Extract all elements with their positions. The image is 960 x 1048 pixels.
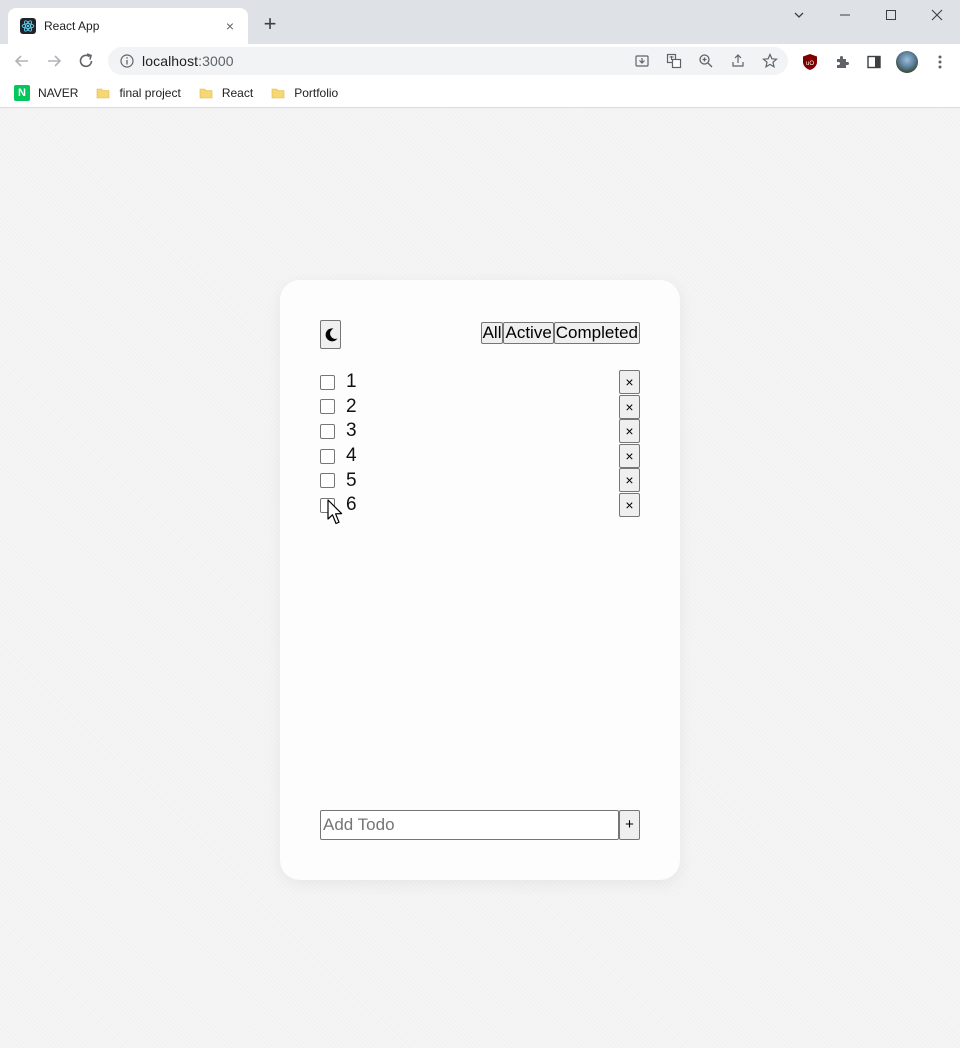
profile-avatar[interactable] xyxy=(896,51,918,73)
extensions-area: uO xyxy=(800,51,950,73)
todo-list: 1 × 2 × 3 × 4 × 5 × 6 × xyxy=(320,370,640,518)
folder-icon xyxy=(199,88,213,98)
react-icon xyxy=(20,18,36,34)
todo-text: 6 xyxy=(346,494,357,516)
moon-icon xyxy=(325,327,337,341)
address-bar-actions xyxy=(632,51,780,71)
todo-checkbox[interactable] xyxy=(320,473,335,489)
bookmark-label: React xyxy=(221,85,254,100)
todo-item: 4 × xyxy=(320,443,640,469)
todo-text: 1 xyxy=(346,371,357,393)
todo-card: All Active Completed 1 × 2 × 3 × 4 × 5 ×… xyxy=(280,280,680,880)
tab-strip: React App × + xyxy=(0,0,960,44)
bookmark-label: final project xyxy=(119,85,181,100)
bookmark-portfolio[interactable]: Portfolio xyxy=(271,86,338,100)
new-tab-button[interactable]: + xyxy=(259,13,281,36)
tab-title: React App xyxy=(44,19,100,33)
folder-icon xyxy=(271,88,285,98)
todo-checkbox[interactable] xyxy=(320,374,335,390)
bookmark-star-icon[interactable] xyxy=(760,51,780,71)
url-host: localhost xyxy=(142,53,199,69)
puzzle-icon[interactable] xyxy=(832,52,852,72)
bookmark-react[interactable]: React xyxy=(199,86,253,100)
todo-item: 1 × xyxy=(320,370,640,395)
tab-search-button[interactable] xyxy=(776,0,822,30)
add-todo-button[interactable]: + xyxy=(619,810,640,840)
reload-button[interactable] xyxy=(74,49,98,73)
bookmark-naver[interactable]: N NAVER xyxy=(14,84,79,101)
delete-todo-button[interactable]: × xyxy=(619,443,640,468)
browser-toolbar: localhost:3000 uO xyxy=(0,44,960,78)
delete-todo-button[interactable]: × xyxy=(619,468,640,493)
todo-item: 3 × xyxy=(320,419,640,444)
maximize-button[interactable] xyxy=(868,0,914,30)
bookmark-label: NAVER xyxy=(38,85,79,100)
share-icon[interactable] xyxy=(728,51,748,71)
svg-text:uO: uO xyxy=(806,61,814,67)
todo-text: 5 xyxy=(346,469,357,491)
arrow-left-icon xyxy=(14,55,28,67)
todo-item: 2 × xyxy=(320,394,640,420)
bookmarks-bar: N NAVER final project React Portfolio xyxy=(0,78,960,108)
kebab-menu-icon[interactable] xyxy=(930,52,950,72)
close-icon xyxy=(931,9,943,21)
url-port: :3000 xyxy=(198,53,234,69)
delete-todo-button[interactable]: × xyxy=(619,394,640,419)
filter-completed-button[interactable]: Completed xyxy=(553,322,640,344)
address-bar[interactable]: localhost:3000 xyxy=(108,47,788,75)
dark-mode-toggle[interactable] xyxy=(320,320,341,349)
todo-text: 2 xyxy=(346,395,357,417)
delete-todo-button[interactable]: × xyxy=(619,370,640,394)
add-todo-form: + xyxy=(320,810,640,840)
todo-text: 4 xyxy=(346,445,357,467)
naver-icon: N xyxy=(14,84,30,101)
maximize-icon xyxy=(886,10,896,20)
todo-checkbox[interactable] xyxy=(320,497,335,513)
back-button[interactable] xyxy=(10,49,34,73)
todo-checkbox[interactable] xyxy=(320,448,335,464)
chevron-down-icon xyxy=(794,12,804,18)
todo-item: 6 × xyxy=(320,492,640,518)
bookmark-final-project[interactable]: final project xyxy=(96,85,181,100)
folder-icon xyxy=(97,88,110,98)
install-app-icon[interactable] xyxy=(632,51,652,71)
translate-icon[interactable] xyxy=(664,51,684,71)
page-viewport: All Active Completed 1 × 2 × 3 × 4 × 5 ×… xyxy=(0,109,960,1048)
filter-bar: All Active Completed xyxy=(480,322,640,344)
bookmark-label: Portfolio xyxy=(294,85,339,100)
close-window-button[interactable] xyxy=(914,0,960,30)
todo-checkbox[interactable] xyxy=(320,423,335,439)
minimize-button[interactable] xyxy=(822,0,868,30)
browser-tab[interactable]: React App × xyxy=(8,8,248,44)
todo-checkbox[interactable] xyxy=(320,399,335,415)
side-panel-icon[interactable] xyxy=(864,52,884,72)
tab-close-button[interactable]: × xyxy=(222,18,238,34)
info-icon[interactable] xyxy=(120,54,134,68)
zoom-icon[interactable] xyxy=(696,51,716,71)
reload-icon xyxy=(79,53,93,68)
url-text: localhost:3000 xyxy=(142,53,234,69)
todo-text: 3 xyxy=(346,420,357,442)
minimize-icon xyxy=(840,14,850,16)
todo-item: 5 × xyxy=(320,468,640,493)
delete-todo-button[interactable]: × xyxy=(619,419,640,444)
forward-button[interactable] xyxy=(42,49,66,73)
add-todo-input[interactable] xyxy=(320,810,619,840)
filter-all-button[interactable]: All xyxy=(480,322,504,344)
filter-active-button[interactable]: Active xyxy=(503,322,554,344)
delete-todo-button[interactable]: × xyxy=(619,492,640,517)
arrow-right-icon xyxy=(48,55,62,67)
ublock-icon[interactable]: uO xyxy=(800,52,820,72)
